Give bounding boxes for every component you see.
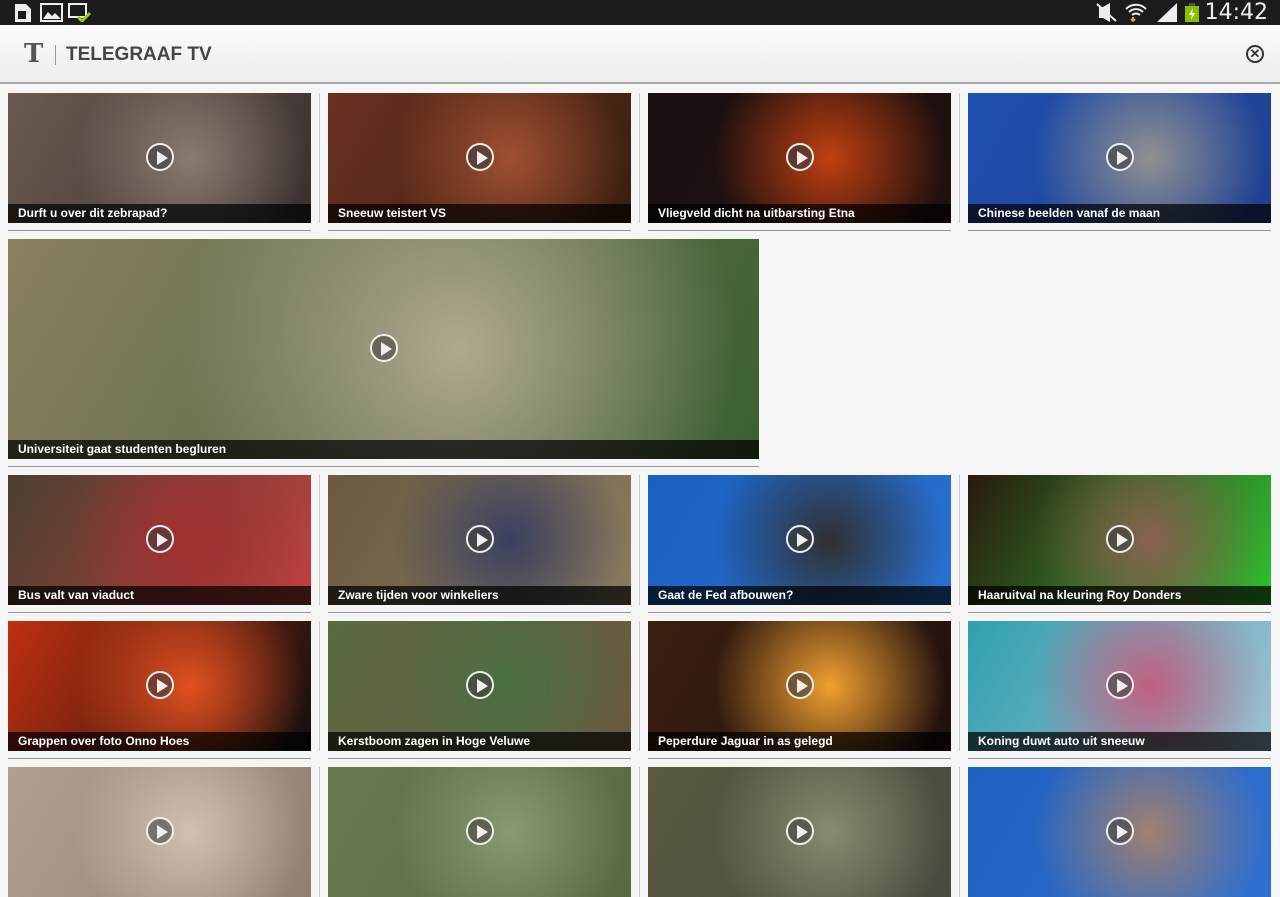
play-icon: [1105, 525, 1134, 553]
divider: [8, 758, 311, 759]
divider: [319, 621, 320, 751]
play-icon: [785, 817, 814, 845]
divider: [328, 230, 631, 231]
telegraaf-logo: T: [24, 39, 44, 69]
video-tile[interactable]: [8, 767, 311, 897]
play-icon: [1105, 143, 1134, 171]
divider: [959, 621, 960, 751]
divider: [328, 758, 631, 759]
clock: 14:42: [1204, 0, 1268, 25]
play-icon: [1105, 671, 1134, 699]
divider: [968, 230, 1271, 231]
status-bar: 14:42: [0, 0, 1280, 25]
video-title: Universiteit gaat studenten begluren: [8, 440, 759, 459]
divider: [648, 230, 951, 231]
video-title: Kerstboom zagen in Hoge Veluwe: [328, 732, 631, 751]
video-tile[interactable]: Chinese beelden vanaf de maan: [968, 93, 1271, 223]
signal-icon: [1157, 3, 1177, 22]
page-title: TELEGRAAF TV: [66, 44, 212, 65]
play-icon: [465, 671, 494, 699]
divider: [648, 612, 951, 613]
play-icon: [465, 143, 494, 171]
play-icon: [785, 143, 814, 171]
play-icon: [369, 334, 398, 362]
video-tile[interactable]: Universiteit gaat studenten begluren: [8, 239, 759, 459]
divider: [8, 466, 759, 467]
video-title: Haaruitval na kleuring Roy Donders: [968, 586, 1271, 605]
play-icon: [1105, 817, 1134, 845]
video-title: Durft u over dit zebrapad?: [8, 204, 311, 223]
divider: [959, 475, 960, 605]
divider: [639, 621, 640, 751]
download-done-icon: [68, 3, 92, 22]
video-title: Gaat de Fed afbouwen?: [648, 586, 951, 605]
play-icon: [145, 671, 174, 699]
video-tile[interactable]: Haaruitval na kleuring Roy Donders: [968, 475, 1271, 605]
divider: [8, 612, 311, 613]
divider: [319, 475, 320, 605]
video-tile[interactable]: [648, 767, 951, 897]
play-icon: [145, 817, 174, 845]
video-tile[interactable]: Vliegveld dicht na uitbarsting Etna: [648, 93, 951, 223]
video-tile[interactable]: Zware tijden voor winkeliers: [328, 475, 631, 605]
play-icon: [145, 143, 174, 171]
divider: [319, 767, 320, 897]
divider: [319, 93, 320, 223]
play-icon: [465, 525, 494, 553]
video-title: Zware tijden voor winkeliers: [328, 586, 631, 605]
video-title: Vliegveld dicht na uitbarsting Etna: [648, 204, 951, 223]
video-tile[interactable]: Sneeuw teistert VS: [328, 93, 631, 223]
divider: [968, 758, 1271, 759]
sim-icon: [15, 4, 31, 22]
divider: [639, 93, 640, 223]
video-tile[interactable]: Koning duwt auto uit sneeuw: [968, 621, 1271, 751]
video-tile[interactable]: Kerstboom zagen in Hoge Veluwe: [328, 621, 631, 751]
video-title: Grappen over foto Onno Hoes: [8, 732, 311, 751]
gallery-icon: [40, 3, 63, 22]
divider: [959, 767, 960, 897]
app-bar: T TELEGRAAF TV ✕: [0, 25, 1280, 84]
video-tile[interactable]: Bus valt van viaduct: [8, 475, 311, 605]
video-tile[interactable]: Peperdure Jaguar in as gelegd: [648, 621, 951, 751]
battery-charging-icon: [1185, 3, 1199, 22]
video-title: Koning duwt auto uit sneeuw: [968, 732, 1271, 751]
play-icon: [145, 525, 174, 553]
video-tile[interactable]: [968, 767, 1271, 897]
play-icon: [465, 817, 494, 845]
video-title: Bus valt van viaduct: [8, 586, 311, 605]
divider: [55, 45, 56, 65]
video-tile[interactable]: [328, 767, 631, 897]
divider: [639, 767, 640, 897]
divider: [648, 758, 951, 759]
divider: [8, 230, 311, 231]
divider: [328, 612, 631, 613]
video-title: Peperdure Jaguar in as gelegd: [648, 732, 951, 751]
divider: [968, 612, 1271, 613]
divider: [639, 475, 640, 605]
video-title: Chinese beelden vanaf de maan: [968, 204, 1271, 223]
divider: [959, 93, 960, 223]
video-tile[interactable]: Durft u over dit zebrapad?: [8, 93, 311, 223]
video-title: Sneeuw teistert VS: [328, 204, 631, 223]
video-tile[interactable]: Grappen over foto Onno Hoes: [8, 621, 311, 751]
play-icon: [785, 671, 814, 699]
video-tile[interactable]: Gaat de Fed afbouwen?: [648, 475, 951, 605]
mute-icon: [1096, 3, 1117, 22]
close-button[interactable]: ✕: [1246, 45, 1264, 63]
play-icon: [785, 525, 814, 553]
wifi-icon: [1125, 3, 1147, 22]
